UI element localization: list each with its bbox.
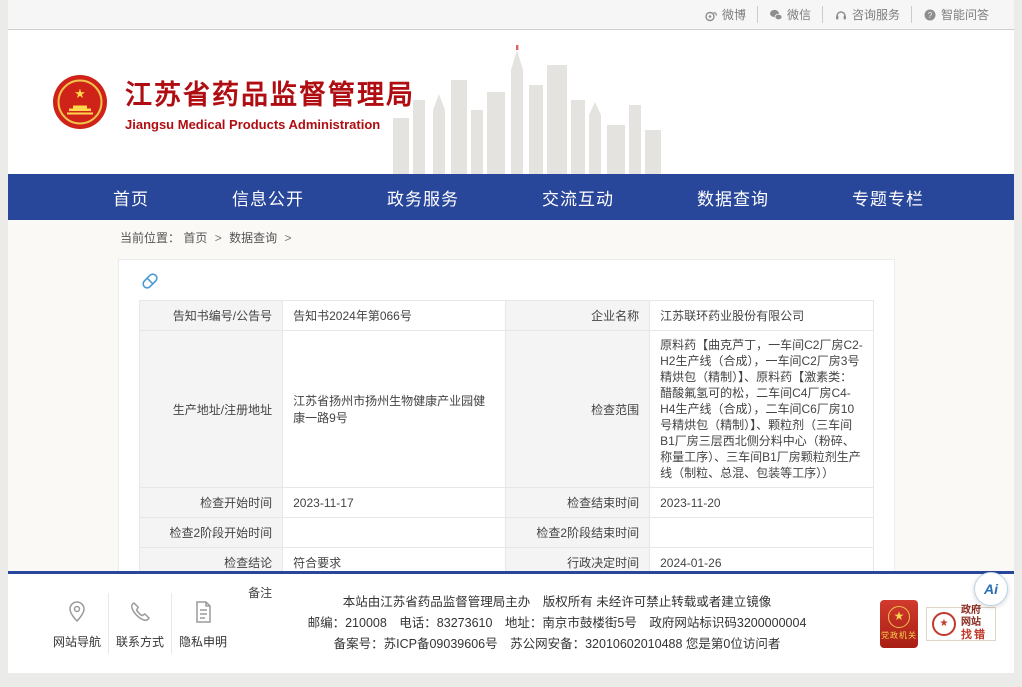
contact-link[interactable]: 联系方式 <box>108 593 171 654</box>
value-phase2-start <box>283 518 505 548</box>
footer-badges: ★ 党政机关 ★ 政府网站 找错 <box>880 600 996 648</box>
value-phase2-end <box>650 518 874 548</box>
consult-service-link[interactable]: 咨询服务 <box>822 6 911 23</box>
nav-item-special-topics[interactable]: 专题专栏 <box>852 185 924 210</box>
label-inspection-scope: 检查范围 <box>505 331 650 488</box>
footer-info: 本站由江苏省药品监督管理局主办 版权所有 未经许可禁止转载或者建立镜像 邮编：2… <box>234 592 880 655</box>
headset-icon <box>834 8 848 22</box>
site-footer: 网站导航 联系方式 隐私申明 本站由江苏省药品监督管理局主办 版权所有 未经许可… <box>8 571 1014 673</box>
value-inspection-scope: 原料药【曲克芦丁，一车间C2厂房C2-H2生产线（合成），一车间C2厂房3号精烘… <box>650 331 874 488</box>
consult-service-label: 咨询服务 <box>852 6 900 23</box>
site-header: ★ 江苏省药品监督管理局 Jiangsu Medical Products Ad… <box>8 30 1014 174</box>
map-pin-icon <box>46 597 108 627</box>
value-production-address: 江苏省扬州市扬州生物健康产业园健康一路9号 <box>283 331 505 488</box>
wechat-icon <box>769 8 783 22</box>
party-emblem-icon: ★ <box>888 606 910 628</box>
table-row: 检查开始时间 2023-11-17 检查结束时间 2023-11-20 <box>140 488 874 518</box>
nav-item-info-disclosure[interactable]: 信息公开 <box>232 185 304 210</box>
site-title-block: 江苏省药品监督管理局 Jiangsu Medical Products Admi… <box>125 73 415 132</box>
value-company-name: 江苏联环药业股份有限公司 <box>650 301 874 331</box>
label-production-address: 生产地址/注册地址 <box>140 331 283 488</box>
wechat-label: 微信 <box>787 6 811 23</box>
label-notice-number: 告知书编号/公告号 <box>140 301 283 331</box>
gov-seal-icon: ★ <box>932 612 956 636</box>
nav-item-gov-services[interactable]: 政务服务 <box>387 185 459 210</box>
value-notice-number: 告知书2024年第066号 <box>283 301 505 331</box>
weibo-link[interactable]: 微博 <box>693 6 757 23</box>
label-phase2-start: 检查2阶段开始时间 <box>140 518 283 548</box>
contact-label: 联系方式 <box>109 633 171 650</box>
breadcrumb-separator-2: > <box>284 231 291 245</box>
nav-item-interaction[interactable]: 交流互动 <box>542 185 614 210</box>
ai-assistant-button[interactable]: Ai <box>974 572 1008 606</box>
site-navigation-link[interactable]: 网站导航 <box>46 593 108 654</box>
breadcrumb: 当前位置： 首页 > 数据查询 > <box>120 229 1014 246</box>
site-title-cn: 江苏省药品监督管理局 <box>125 73 415 112</box>
label-inspection-end: 检查结束时间 <box>505 488 650 518</box>
footer-line-icp: 备案号：苏ICP备09039606号 苏公网安备：32010602010488 … <box>234 634 880 655</box>
weibo-icon <box>704 8 718 22</box>
pill-icon <box>139 270 874 296</box>
city-skyline-image <box>393 38 663 174</box>
phone-icon <box>109 597 171 627</box>
site-title-en: Jiangsu Medical Products Administration <box>125 117 415 132</box>
weibo-label: 微博 <box>722 6 746 23</box>
table-row: 生产地址/注册地址 江苏省扬州市扬州生物健康产业园健康一路9号 检查范围 原料药… <box>140 331 874 488</box>
gov-site-find-error-badge[interactable]: ★ 政府网站 找错 <box>926 607 996 641</box>
svg-text:?: ? <box>928 10 933 19</box>
footer-quick-links: 网站导航 联系方式 隐私申明 <box>46 593 234 654</box>
footer-line-host: 本站由江苏省药品监督管理局主办 版权所有 未经许可禁止转载或者建立镜像 <box>234 592 880 613</box>
breadcrumb-prefix: 当前位置： <box>120 231 180 245</box>
table-row: 检查2阶段开始时间 检查2阶段结束时间 <box>140 518 874 548</box>
breadcrumb-home-link[interactable]: 首页 <box>183 231 207 245</box>
value-inspection-start: 2023-11-17 <box>283 488 505 518</box>
site-navigation-label: 网站导航 <box>46 633 108 650</box>
inspection-record-table: 告知书编号/公告号 告知书2024年第066号 企业名称 江苏联环药业股份有限公… <box>139 300 874 608</box>
breadcrumb-separator: > <box>215 231 222 245</box>
smart-qa-link[interactable]: ? 智能问答 <box>911 6 1000 23</box>
label-company-name: 企业名称 <box>505 301 650 331</box>
privacy-statement-label: 隐私申明 <box>172 633 234 650</box>
question-bubble-icon: ? <box>923 8 937 22</box>
footer-line-contact: 邮编：210008 电话：83273610 地址：南京市鼓楼街5号 政府网站标识… <box>234 613 880 634</box>
value-inspection-end: 2023-11-20 <box>650 488 874 518</box>
document-icon <box>172 597 234 627</box>
wechat-link[interactable]: 微信 <box>757 6 822 23</box>
svg-text:★: ★ <box>74 86 86 101</box>
label-inspection-start: 检查开始时间 <box>140 488 283 518</box>
gov-site-label: 政府网站 <box>961 605 990 629</box>
smart-qa-label: 智能问答 <box>941 6 989 23</box>
privacy-statement-link[interactable]: 隐私申明 <box>171 593 234 654</box>
label-phase2-end: 检查2阶段结束时间 <box>505 518 650 548</box>
national-emblem-logo: ★ <box>53 75 107 129</box>
topbar: 微博 微信 咨询服务 ? 智能问答 <box>8 0 1014 30</box>
main-nav: 首页 信息公开 政务服务 交流互动 数据查询 专题专栏 <box>8 174 1014 220</box>
nav-item-data-query[interactable]: 数据查询 <box>697 185 769 210</box>
nav-item-home[interactable]: 首页 <box>113 185 149 210</box>
party-gov-badge[interactable]: ★ 党政机关 <box>880 600 918 648</box>
find-error-label: 找错 <box>961 629 990 642</box>
main-content: 当前位置： 首页 > 数据查询 > 告知书编号/公告号 告知书2024年第066 <box>8 220 1014 571</box>
table-row: 告知书编号/公告号 告知书2024年第066号 企业名称 江苏联环药业股份有限公… <box>140 301 874 331</box>
page: 微博 微信 咨询服务 ? 智能问答 ★ <box>8 0 1014 673</box>
party-badge-label: 党政机关 <box>881 630 917 641</box>
breadcrumb-current-link[interactable]: 数据查询 <box>229 231 277 245</box>
